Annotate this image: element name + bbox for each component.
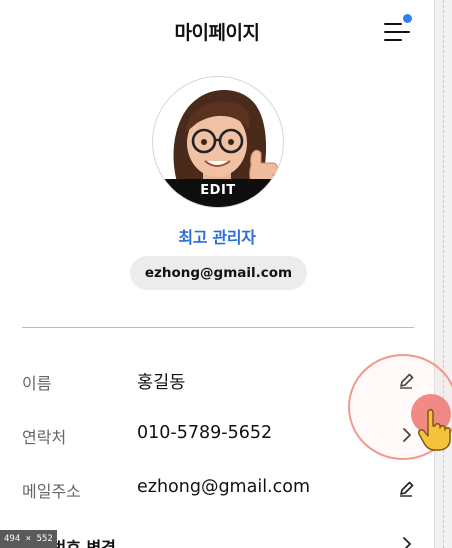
- menu-button[interactable]: [383, 14, 413, 45]
- pointing-hand-cursor-icon: [417, 408, 452, 452]
- profile-avatar[interactable]: EDIT: [152, 76, 284, 208]
- menu-icon-bar: [384, 39, 402, 41]
- field-label: 연락처: [22, 428, 67, 447]
- menu-icon-bar: [384, 23, 402, 25]
- avatar-edit-button[interactable]: EDIT: [153, 179, 283, 207]
- canvas-edge: [434, 0, 452, 548]
- page-title: 마이페이지: [174, 22, 260, 44]
- field-label: 메일주소: [22, 482, 81, 501]
- menu-icon-bar: [384, 31, 410, 33]
- section-divider: [22, 327, 414, 328]
- mypage-screen: 마이페이지 EDIT 최고 관리자 ezhong@gmail.com 이름 홍길…: [0, 0, 434, 548]
- field-row-email: 메일주소 ezhong@gmail.com: [0, 474, 434, 504]
- change-password-row[interactable]: 비밀번호 변경: [0, 528, 434, 548]
- email-badge: ezhong@gmail.com: [130, 256, 307, 290]
- notification-dot-icon: [403, 14, 412, 23]
- field-value: 010-5789-5652: [137, 423, 273, 443]
- pencil-icon[interactable]: [394, 477, 418, 501]
- user-role: 최고 관리자: [178, 228, 256, 247]
- field-value: 홍길동: [137, 373, 186, 393]
- field-value: ezhong@gmail.com: [137, 477, 310, 497]
- image-size-tag: 494 × 552: [0, 530, 57, 548]
- chevron-right-icon[interactable]: [394, 532, 418, 548]
- field-label: 이름: [22, 374, 52, 393]
